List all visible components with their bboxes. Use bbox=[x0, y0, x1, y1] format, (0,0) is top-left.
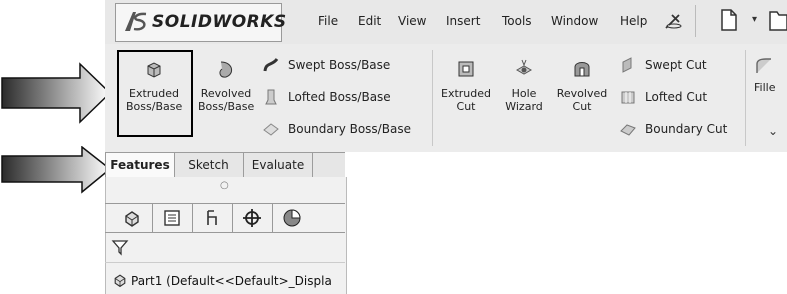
revolved-boss-label-2: Boss/Base bbox=[198, 100, 255, 113]
boundary-boss-icon bbox=[263, 123, 279, 136]
lofted-boss-icon bbox=[265, 89, 277, 105]
dropdown-arrow-icon[interactable]: ▾ bbox=[752, 14, 757, 25]
panel-collapse-handle[interactable]: ○ bbox=[220, 180, 229, 191]
tab-sketch[interactable]: Sketch bbox=[174, 153, 244, 177]
extruded-boss-label-2: Boss/Base bbox=[126, 100, 183, 113]
swept-cut-icon bbox=[622, 57, 632, 73]
boundary-boss-button[interactable]: Boundary Boss/Base bbox=[262, 119, 411, 139]
crosshair-icon bbox=[243, 209, 261, 227]
ds-logo-icon bbox=[125, 12, 147, 31]
extruded-cut-button[interactable]: Extruded Cut bbox=[438, 58, 494, 113]
menu-separator bbox=[695, 5, 696, 37]
hole-wizard-label-2: Wizard bbox=[505, 100, 543, 113]
hole-wizard-icon bbox=[515, 59, 533, 75]
fillet-label: Fille bbox=[754, 81, 776, 94]
revolved-cut-button[interactable]: Revolved Cut bbox=[554, 58, 610, 113]
swept-boss-label: Swept Boss/Base bbox=[288, 58, 391, 72]
revolved-cut-icon bbox=[574, 62, 590, 77]
arrow-to-extruded-boss bbox=[1, 62, 112, 124]
logo-text: SOLIDWORKS bbox=[152, 12, 287, 32]
ribbon-separator bbox=[432, 50, 433, 146]
featuremanager-icon bbox=[125, 211, 139, 227]
menu-window[interactable]: Window bbox=[551, 14, 598, 28]
fillet-icon bbox=[756, 58, 771, 73]
lofted-cut-button[interactable]: Lofted Cut bbox=[619, 87, 727, 107]
lofted-boss-label: Lofted Boss/Base bbox=[288, 90, 391, 104]
extruded-boss-button[interactable]: Extruded Boss/Base bbox=[126, 58, 182, 113]
boss-small-group: Swept Boss/Base Lofted Boss/Base Boundar… bbox=[262, 55, 411, 139]
new-document-icon[interactable] bbox=[720, 8, 738, 32]
hole-wizard-button[interactable]: Hole Wizard bbox=[496, 58, 552, 113]
swept-boss-icon bbox=[263, 58, 279, 72]
tree-item-part1[interactable]: Part1 (Default<<Default>_Displa bbox=[112, 272, 332, 288]
lofted-cut-icon bbox=[621, 91, 635, 104]
boundary-cut-label: Boundary Cut bbox=[645, 122, 728, 136]
dimxpertmanager-button[interactable] bbox=[232, 204, 273, 232]
revolved-boss-label-1: Revolved bbox=[200, 87, 252, 100]
menu-tools[interactable]: Tools bbox=[502, 14, 532, 28]
boundary-cut-icon bbox=[620, 124, 636, 136]
menu-edit[interactable]: Edit bbox=[358, 14, 381, 28]
configurationmanager-button[interactable] bbox=[192, 204, 233, 232]
cut-small-group: Swept Cut Lofted Cut Boundary Cut bbox=[619, 55, 727, 139]
extruded-boss-icon bbox=[147, 62, 161, 78]
featuremanager-tree-button[interactable] bbox=[112, 204, 153, 232]
tab-evaluate[interactable]: Evaluate bbox=[244, 153, 313, 177]
fillet-button[interactable]: Fille bbox=[754, 56, 787, 94]
revolved-boss-icon bbox=[219, 61, 233, 78]
pin-icon[interactable] bbox=[664, 10, 684, 30]
open-folder-icon[interactable] bbox=[768, 8, 787, 32]
hole-wizard-label-1: Hole bbox=[511, 87, 537, 100]
tree-item-part1-label: Part1 (Default<<Default>_Displa bbox=[131, 274, 332, 288]
revolved-cut-label-1: Revolved bbox=[556, 87, 608, 100]
extruded-boss-label-1: Extruded bbox=[129, 87, 179, 100]
menu-insert[interactable]: Insert bbox=[446, 14, 480, 28]
propertymanager-button[interactable] bbox=[152, 204, 193, 232]
lofted-cut-label: Lofted Cut bbox=[645, 90, 708, 104]
displaymanager-button[interactable] bbox=[272, 204, 312, 232]
lofted-boss-button[interactable]: Lofted Boss/Base bbox=[262, 87, 411, 107]
ribbon-expand-icon[interactable]: ⌄ bbox=[768, 124, 778, 138]
filter-divider bbox=[105, 262, 345, 263]
swept-boss-button[interactable]: Swept Boss/Base bbox=[262, 55, 411, 75]
revolved-boss-button[interactable]: Revolved Boss/Base bbox=[198, 58, 254, 113]
swept-cut-button[interactable]: Swept Cut bbox=[619, 55, 727, 75]
revolved-cut-label-2: Cut bbox=[572, 100, 592, 113]
boundary-boss-label: Boundary Boss/Base bbox=[288, 122, 411, 136]
iconbar-bottom-border bbox=[105, 232, 345, 233]
boundary-cut-button[interactable]: Boundary Cut bbox=[619, 119, 727, 139]
arrow-to-features-tab bbox=[1, 146, 112, 194]
menu-view[interactable]: View bbox=[398, 14, 426, 28]
displaymanager-icon bbox=[283, 209, 301, 227]
extruded-cut-label-2: Cut bbox=[456, 100, 476, 113]
configurationmanager-icon bbox=[207, 210, 217, 225]
filter-icon[interactable] bbox=[111, 238, 129, 256]
part-icon bbox=[114, 274, 126, 288]
extruded-cut-icon bbox=[458, 61, 474, 77]
tab-features[interactable]: Features bbox=[105, 153, 175, 177]
swept-cut-label: Swept Cut bbox=[645, 58, 707, 72]
menu-help[interactable]: Help bbox=[620, 14, 647, 28]
extruded-cut-label-1: Extruded bbox=[441, 87, 491, 100]
ribbon-separator-2 bbox=[745, 50, 746, 146]
propertymanager-icon bbox=[164, 210, 180, 226]
menu-file[interactable]: File bbox=[318, 14, 338, 28]
